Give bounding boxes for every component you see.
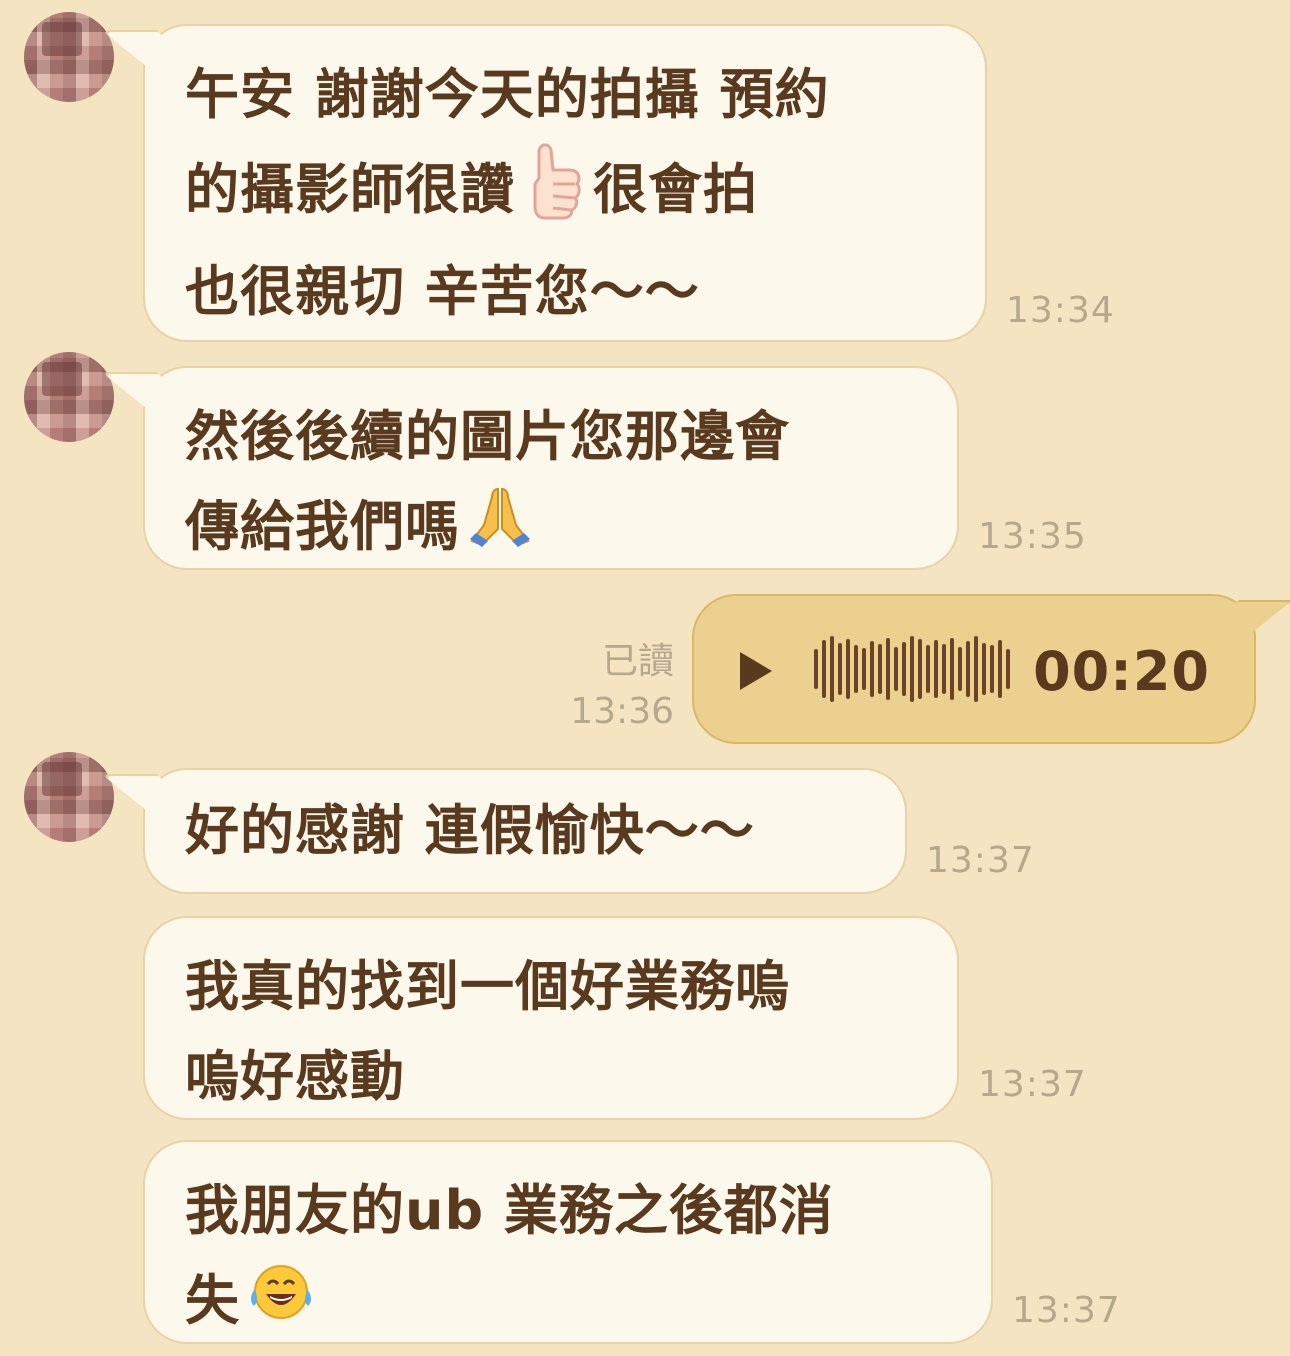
timestamp: 13:37: [1012, 1290, 1121, 1331]
message-line: 午安 謝謝今天的拍攝 預約: [185, 63, 830, 126]
avatar[interactable]: [24, 352, 114, 442]
timestamp: 13:37: [978, 1064, 1087, 1105]
message-bubble[interactable]: 好的感謝 連假愉快～～: [143, 768, 907, 894]
message-bubble[interactable]: 午安 謝謝今天的拍攝 預約 的攝影師很讚 很會拍 也很親切 辛苦您～～: [143, 24, 987, 342]
message-text: 的攝影師很讚: [185, 158, 515, 222]
message-text: 失: [185, 1269, 240, 1332]
thumbs-up-icon: [525, 140, 583, 247]
message-line: 也很親切 辛苦您～～: [185, 260, 700, 323]
voice-message[interactable]: 00:20: [692, 594, 1256, 744]
message-line: 好的感謝 連假愉快～～: [185, 799, 755, 862]
avatar[interactable]: [24, 752, 114, 842]
timestamp: 13:35: [978, 516, 1087, 557]
voice-duration: 00:20: [1033, 640, 1210, 703]
avatar[interactable]: [24, 12, 114, 102]
message-bubble[interactable]: 我真的找到一個好業務嗚 嗚好感動: [143, 916, 959, 1120]
chat-thread: 午安 謝謝今天的拍攝 預約 的攝影師很讚 很會拍 也很親切 辛苦您～～ 13:3…: [0, 0, 1290, 1356]
message-line: 然後後續的圖片您那邊會: [185, 405, 790, 468]
timestamp: 13:34: [1006, 290, 1115, 331]
waveform-icon: [814, 632, 1010, 706]
tears-of-joy-icon: [246, 1259, 316, 1349]
message-bubble[interactable]: 然後後續的圖片您那邊會 傳給我們嗎: [143, 366, 959, 570]
message-line: 的攝影師很讚 很會拍: [185, 140, 945, 247]
message-text: 很會拍: [593, 158, 758, 222]
play-icon[interactable]: [740, 652, 772, 690]
folded-hands-icon: [464, 485, 536, 576]
message-line: 傳給我們嗎: [185, 482, 917, 576]
read-status: 已讀 13:36: [540, 638, 674, 736]
message-bubble[interactable]: 我朋友的ub 業務之後都消 失: [143, 1140, 993, 1344]
timestamp: 13:37: [926, 840, 1035, 881]
read-label: 已讀: [601, 641, 674, 682]
message-text: 傳給我們嗎: [185, 495, 460, 558]
message-line: 嗚好感動: [185, 1045, 405, 1108]
message-line: 失: [185, 1256, 951, 1349]
message-line: 我朋友的ub 業務之後都消: [185, 1179, 834, 1242]
timestamp: 13:36: [570, 691, 674, 732]
message-line: 我真的找到一個好業務嗚: [185, 955, 790, 1018]
